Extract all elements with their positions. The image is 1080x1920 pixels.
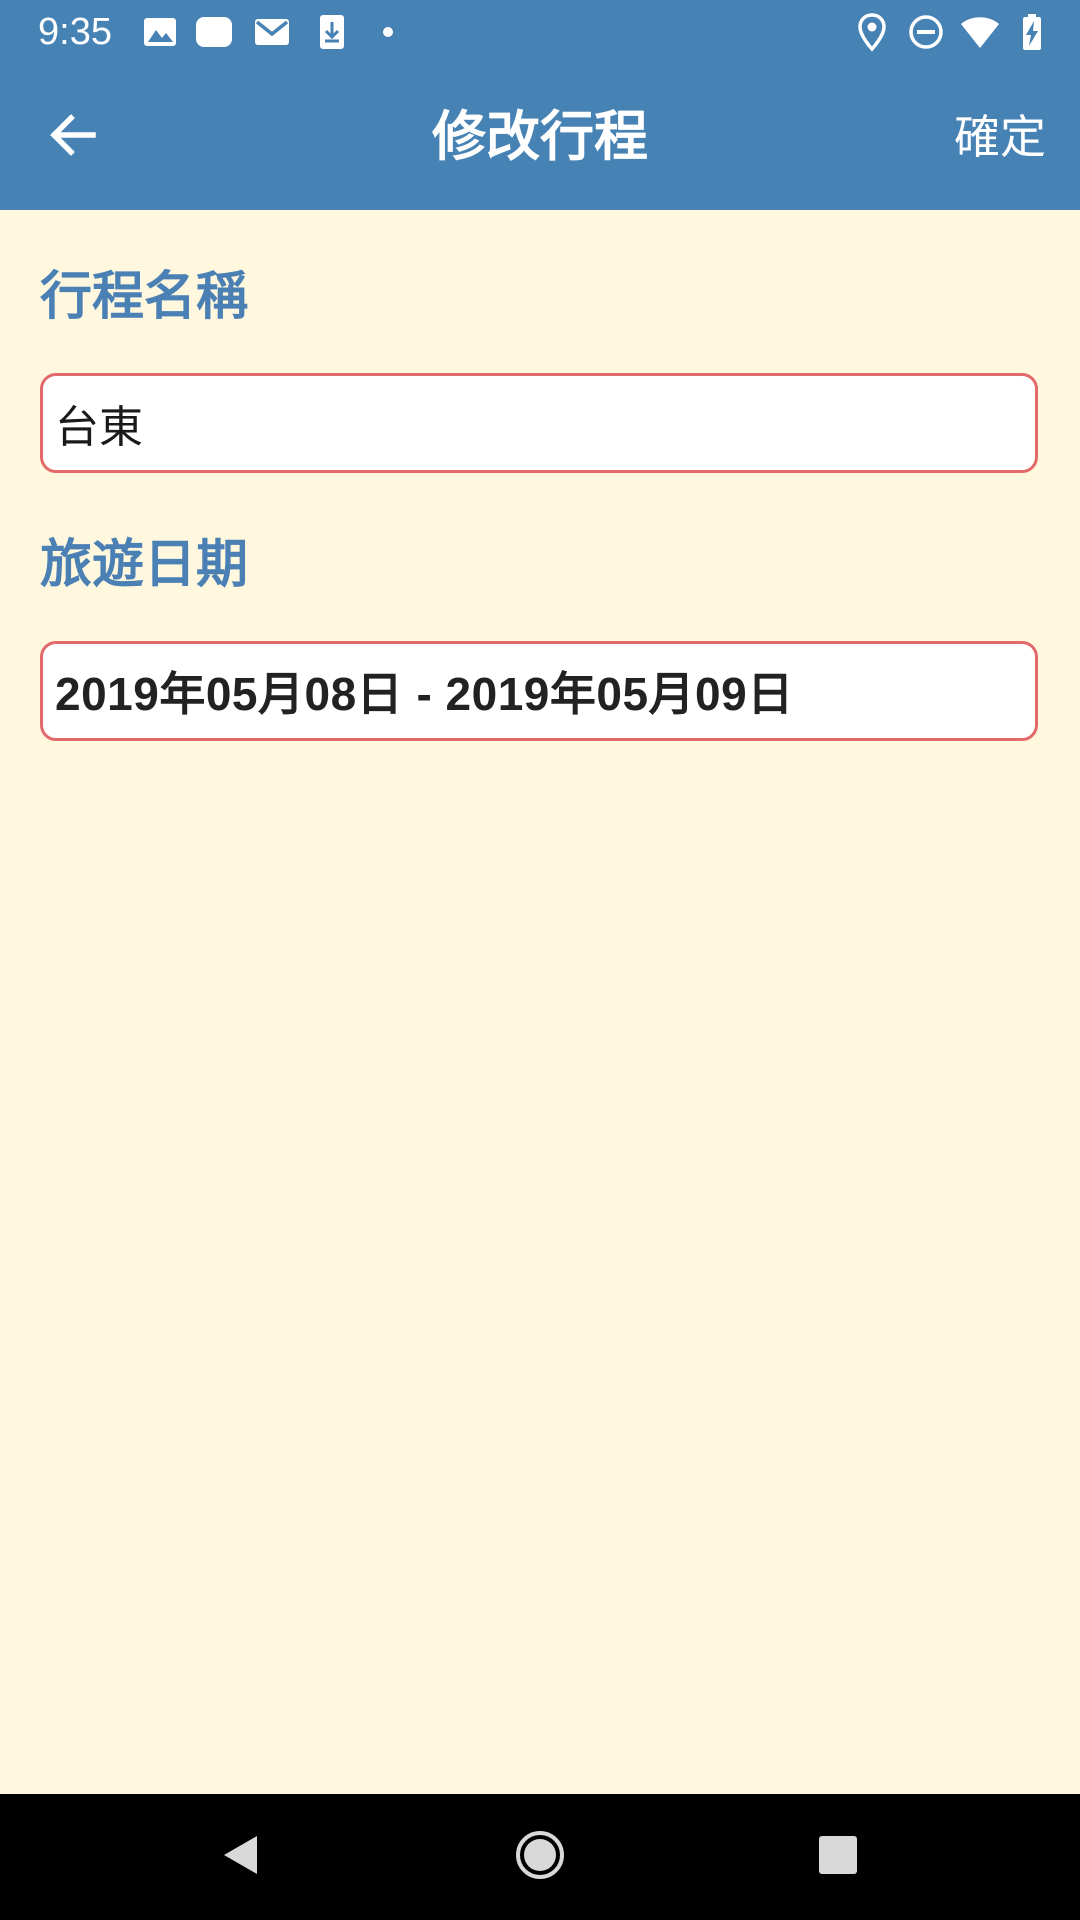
travel-date-field[interactable]: 2019年05月08日 - 2019年05月09日 — [40, 641, 1038, 741]
location-icon — [852, 12, 892, 52]
do-not-disturb-icon — [906, 12, 946, 52]
nav-home-button[interactable] — [507, 1824, 573, 1890]
notification-blob-icon — [194, 12, 234, 52]
back-button[interactable] — [38, 102, 108, 172]
nav-back-button[interactable] — [206, 1824, 272, 1890]
travel-date-label: 旅遊日期 — [40, 535, 249, 595]
trip-name-input[interactable] — [55, 397, 1023, 449]
navigation-bar — [0, 1794, 1080, 1920]
battery-charging-icon — [1012, 12, 1052, 52]
back-triangle-icon — [214, 1830, 264, 1884]
image-icon — [140, 12, 180, 52]
home-circle-icon — [512, 1827, 568, 1887]
travel-date-value: 2019年05月08日 - 2019年05月09日 — [55, 668, 794, 720]
arrow-left-icon — [47, 109, 99, 165]
status-time: 9:35 — [38, 11, 112, 53]
gmail-icon — [252, 12, 292, 52]
app-bar: 修改行程 確定 — [0, 64, 1080, 210]
page-title: 修改行程 — [432, 105, 648, 168]
download-icon — [312, 12, 352, 52]
form-content: 行程名稱 旅遊日期 2019年05月08日 - 2019年05月09日 — [0, 210, 1080, 1794]
recents-square-icon — [813, 1830, 863, 1884]
wifi-icon — [960, 12, 1000, 52]
trip-name-label: 行程名稱 — [40, 267, 249, 327]
dot-icon — [368, 12, 408, 52]
trip-name-field-container — [40, 373, 1038, 473]
confirm-button[interactable]: 確定 — [954, 104, 1046, 170]
nav-recents-button[interactable] — [805, 1824, 871, 1890]
status-bar: 9:35 — [0, 0, 1080, 64]
